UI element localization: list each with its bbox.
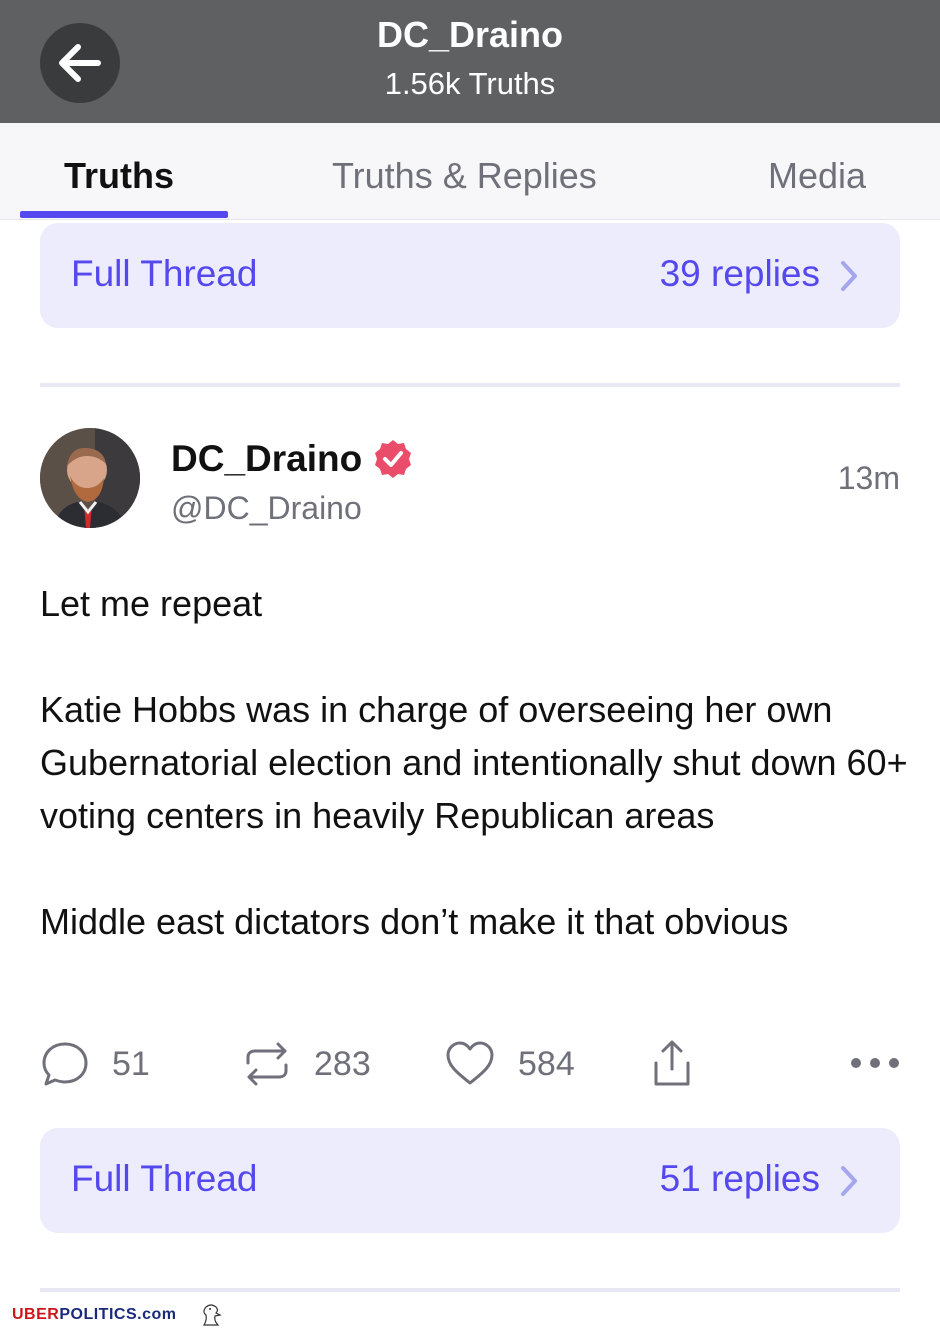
retruth-button[interactable]: 283 (242, 1037, 371, 1091)
retruth-icon (246, 1042, 288, 1086)
post-paragraph: Let me repeat (40, 583, 263, 624)
profile-tabs: Truths Truths & Replies Media (0, 123, 940, 220)
author-handle[interactable]: @DC_Draino (171, 490, 362, 527)
watermark-footer: UBERPOLITICS.com (0, 1300, 940, 1328)
avatar-photo (40, 428, 140, 528)
share-icon (654, 1040, 690, 1086)
watermark-brand-red: UBER (12, 1306, 60, 1323)
like-count: 584 (518, 1044, 575, 1083)
author-name[interactable]: DC_Draino (171, 438, 362, 480)
tab-media[interactable]: Media (768, 155, 866, 197)
more-options-icon[interactable] (850, 1055, 900, 1071)
profile-header: DC_Draino 1.56k Truths (0, 0, 940, 123)
reply-count: 51 (112, 1044, 150, 1083)
eagle-logo-icon (202, 1304, 222, 1326)
thread-reply-count: 51 replies (659, 1158, 820, 1199)
tab-truths[interactable]: Truths (64, 155, 174, 197)
reply-button[interactable]: 51 (40, 1037, 150, 1091)
heart-icon (446, 1041, 494, 1085)
truths-count: 1.56k Truths (384, 66, 556, 101)
chevron-right-icon (841, 261, 857, 291)
thread-reply-count: 39 replies (659, 253, 820, 294)
post-paragraph: Katie Hobbs was in charge of overseeing … (40, 689, 908, 836)
watermark-brand-blue: POLITICS.com (59, 1306, 177, 1323)
post-divider (40, 1288, 900, 1292)
profile-title: DC_Draino (376, 14, 564, 55)
post-timestamp[interactable]: 13m (838, 460, 900, 497)
full-thread-button[interactable]: Full Thread 51 replies (40, 1128, 900, 1233)
full-thread-button[interactable]: Full Thread 39 replies (40, 223, 900, 328)
verified-badge-icon (375, 440, 411, 478)
post-body: Let me repeat Katie Hobbs was in charge … (40, 577, 910, 948)
post-paragraph: Middle east dictators don’t make it that… (40, 901, 789, 942)
full-thread-label: Full Thread (71, 253, 258, 294)
retruth-count: 283 (314, 1044, 371, 1083)
share-button[interactable] (648, 1037, 696, 1091)
avatar[interactable] (40, 428, 140, 528)
like-button[interactable]: 584 (444, 1037, 575, 1091)
active-tab-indicator (20, 211, 228, 218)
chevron-right-icon (841, 1166, 857, 1196)
full-thread-label: Full Thread (71, 1158, 258, 1199)
watermark-text: UBERPOLITICS.com (12, 1306, 176, 1324)
reply-bubble-icon (42, 1042, 88, 1086)
post-divider (40, 383, 900, 387)
tab-truths-and-replies[interactable]: Truths & Replies (332, 155, 597, 197)
